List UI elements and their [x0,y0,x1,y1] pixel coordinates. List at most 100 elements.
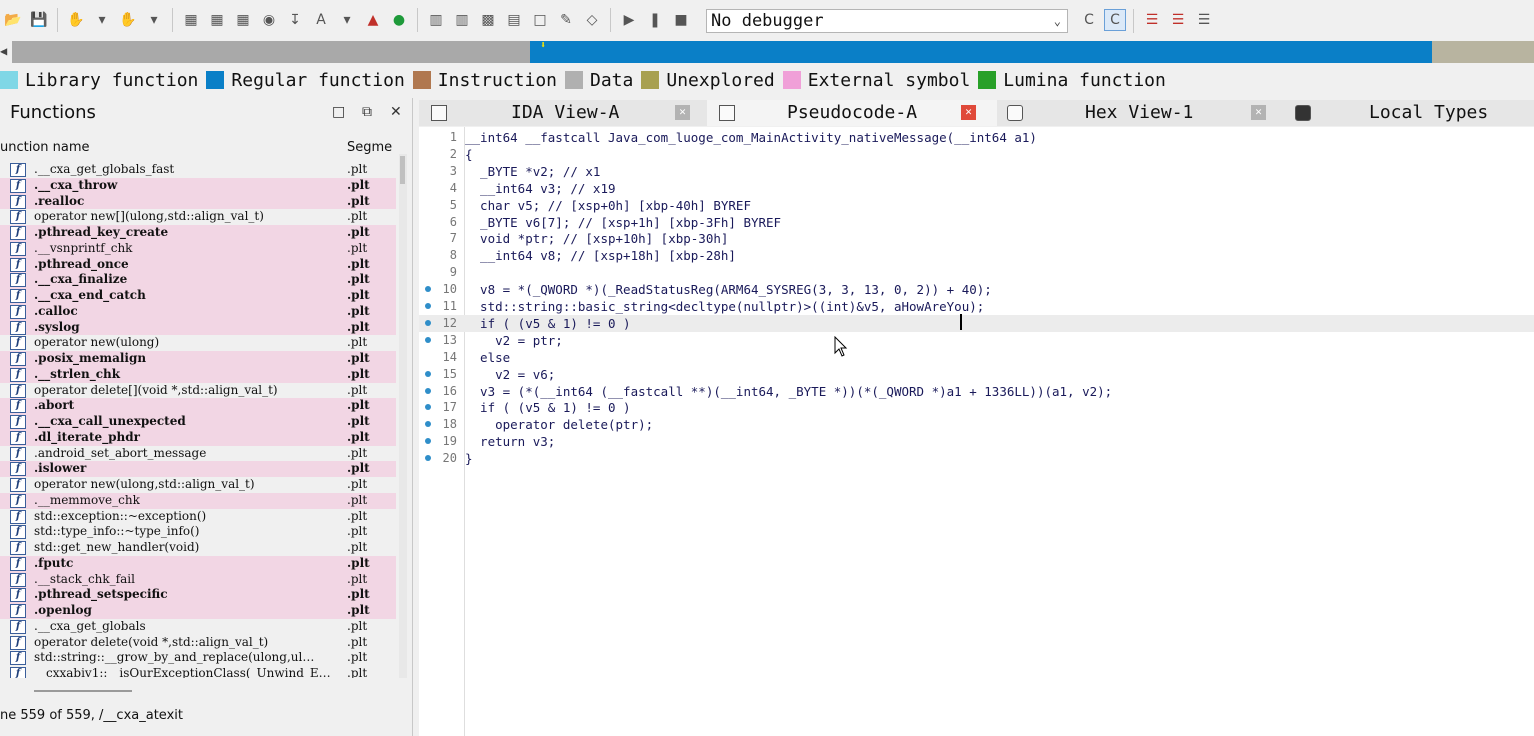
function-row[interactable]: f operator delete(void *,std::align_val_t… [0,635,396,651]
dropdown-arrow-icon[interactable]: ▾ [336,9,358,31]
function-row[interactable]: f .__cxa_call_unexpected .plt [0,414,396,430]
executable-line-marker-icon[interactable] [425,303,431,309]
function-row[interactable]: f .syslog .plt [0,319,396,336]
list-view-icon[interactable]: ☰ [1141,9,1163,31]
tab-ida-view-a[interactable]: IDA View-A ✕ [419,100,707,126]
call-graph-icon[interactable]: ▦ [232,9,254,31]
function-row[interactable]: f .__cxa_get_globals_fast .plt [0,162,396,178]
functions-vertical-scrollbar[interactable] [399,154,407,678]
function-row[interactable]: f .calloc .plt [0,303,396,320]
function-row[interactable]: f .realloc .plt [0,193,396,210]
function-row[interactable]: f std::exception::~exception() .plt [0,509,396,525]
function-row[interactable]: f .__strlen_chk .plt [0,366,396,383]
jump-icon[interactable]: ↧ [284,9,306,31]
tree-view-icon[interactable]: ☰ [1167,9,1189,31]
executable-line-marker-icon[interactable] [425,421,431,428]
code-line[interactable]: 18 operator delete(ptr); [419,416,1534,433]
executable-line-marker-icon[interactable] [425,387,431,394]
function-row[interactable]: f .android_set_abort_message .plt [0,446,396,462]
function-row[interactable]: f .posix_memalign .plt [0,351,396,367]
tab-hex-view-1[interactable]: Hex View-1 ✕ [997,100,1287,126]
tab-pseudocode-a[interactable]: Pseudocode-A ✕ [707,100,997,126]
function-row[interactable]: f .islower .plt [0,461,396,477]
function-row[interactable]: f operator new(ulong) .plt [0,335,396,351]
code-line[interactable]: 15 v2 = v6; [419,366,1534,383]
code-line[interactable]: 16 v3 = (*(__int64 (__fastcall **)(__int… [419,383,1534,400]
outline-icon[interactable]: ☰ [1193,9,1215,31]
function-row[interactable]: f operator new(ulong,std::align_val_t) .pl… [0,477,396,493]
functions-list[interactable]: f .__cxa_get_globals_fast .plt f .__cxa_thro… [0,162,396,678]
function-row[interactable]: f std::string::__grow_by_and_replace(ulon… [0,650,396,666]
executable-line-marker-icon[interactable] [425,370,431,377]
array-icon[interactable]: ▤ [503,9,525,31]
code-line[interactable]: 20} [419,450,1534,467]
text-format-icon[interactable]: A [310,9,332,31]
column-segment[interactable]: Segme [347,140,392,155]
struct-icon[interactable]: ▩ [477,9,499,31]
function-row[interactable]: f .abort .plt [0,398,396,414]
code-line[interactable]: 12 if ( (v5 & 1) != 0 ) [419,314,1534,332]
code-line[interactable]: 11 std::string::basic_string<decltype(nu… [419,298,1534,315]
decompile-icon[interactable]: C [1104,9,1126,31]
function-row[interactable]: f operator new[](ulong,std::align_val_t).… [0,209,396,225]
code-line[interactable]: 1 __int64 __fastcall Java_com_luoge_com_M… [419,129,1534,146]
function-row[interactable]: f std::type_info::~type_info() .plt [0,524,396,540]
code-line[interactable]: 3 _BYTE *v2; // x1 [419,163,1534,180]
flow-chart-icon[interactable]: ▦ [206,9,228,31]
executable-line-marker-icon[interactable] [425,319,431,326]
function-row[interactable]: f .__cxa_throw .plt [0,177,396,194]
column-function-name[interactable]: unction name [0,140,90,155]
dropdown-arrow-icon[interactable]: ▾ [143,9,165,31]
play-icon[interactable]: ▶ [618,9,640,31]
code-line[interactable]: 19 return v3; [419,433,1534,450]
navband-scroll-left-icon[interactable]: ◀ [0,44,7,58]
close-icon[interactable]: ✕ [1251,105,1266,120]
code-line[interactable]: 7 void *ptr; // [xsp+10h] [xbp-30h] [419,230,1534,247]
graph-view-icon[interactable]: ▦ [180,9,202,31]
function-row[interactable]: f __cxxabiv1::__isOurExceptionClass(_Unwi… [0,666,396,678]
save-icon[interactable]: 💾 [28,9,50,31]
functions-horizontal-scrollbar[interactable] [34,690,132,692]
patch-icon[interactable]: ✎ [555,9,577,31]
executable-line-marker-icon[interactable] [425,404,431,411]
stop-icon[interactable]: ■ [670,9,692,31]
code-line[interactable]: 14 else [419,349,1534,366]
close-icon[interactable]: ✕ [390,104,402,120]
navigation-band[interactable]: ⬇ [12,40,1534,63]
function-row[interactable]: f .dl_iterate_phdr .plt [0,429,396,446]
code-line[interactable]: 13 v2 = ptr; [419,332,1534,349]
breakpoint-icon[interactable]: ▲ [362,9,384,31]
function-row[interactable]: f .__cxa_end_catch .plt [0,288,396,304]
function-row[interactable]: f .__stack_chk_fail .plt [0,571,396,588]
open-folder-icon[interactable]: 📂 [2,9,24,31]
data-icon[interactable]: ▥ [451,9,473,31]
code-line[interactable]: 6 _BYTE v6[7]; // [xsp+1h] [xbp-3Fh] BYR… [419,214,1534,231]
code-line[interactable]: 5 char v5; // [xsp+0h] [xbp-40h] BYREF [419,197,1534,214]
scrollbar-thumb[interactable] [400,156,405,184]
cpp-icon[interactable]: C [1078,9,1100,31]
back-icon[interactable]: ✋ [65,9,87,31]
function-row[interactable]: f .pthread_key_create .plt [0,225,396,241]
function-row[interactable]: f .__cxa_finalize .plt [0,272,396,288]
code-line[interactable]: 4 __int64 v3; // x19 [419,180,1534,197]
code-line[interactable]: 10 v8 = *(_QWORD *)(_ReadStatusReg(ARM64… [419,281,1534,298]
undefine-icon[interactable]: □ [529,9,551,31]
maximize-icon[interactable]: □ [332,104,345,120]
xrefs-icon[interactable]: ◉ [258,9,280,31]
function-row[interactable]: f std::get_new_handler(void) .plt [0,540,396,556]
restore-icon[interactable]: ⧉ [362,104,372,120]
code-line[interactable]: 9 [419,264,1534,281]
function-row[interactable]: f .__memmove_chk .plt [0,492,396,509]
function-row[interactable]: f .__cxa_get_globals .plt [0,619,396,635]
function-row[interactable]: f .openlog .plt [0,603,396,619]
code-line[interactable]: 8 __int64 v8; // [xsp+18h] [xbp-28h] [419,247,1534,264]
function-row[interactable]: f .__vsnprintf_chk .plt [0,240,396,257]
pause-icon[interactable]: ❚ [644,9,666,31]
debugger-select[interactable]: No debugger ⌄ [706,9,1068,33]
executable-line-marker-icon[interactable] [425,438,431,445]
code-icon[interactable]: ▥ [425,9,447,31]
diamond-icon[interactable]: ◇ [581,9,603,31]
close-icon[interactable]: ✕ [961,105,976,120]
globe-icon[interactable]: ● [388,9,410,31]
pseudocode-editor[interactable]: 1 __int64 __fastcall Java_com_luoge_com_M… [419,127,1534,736]
